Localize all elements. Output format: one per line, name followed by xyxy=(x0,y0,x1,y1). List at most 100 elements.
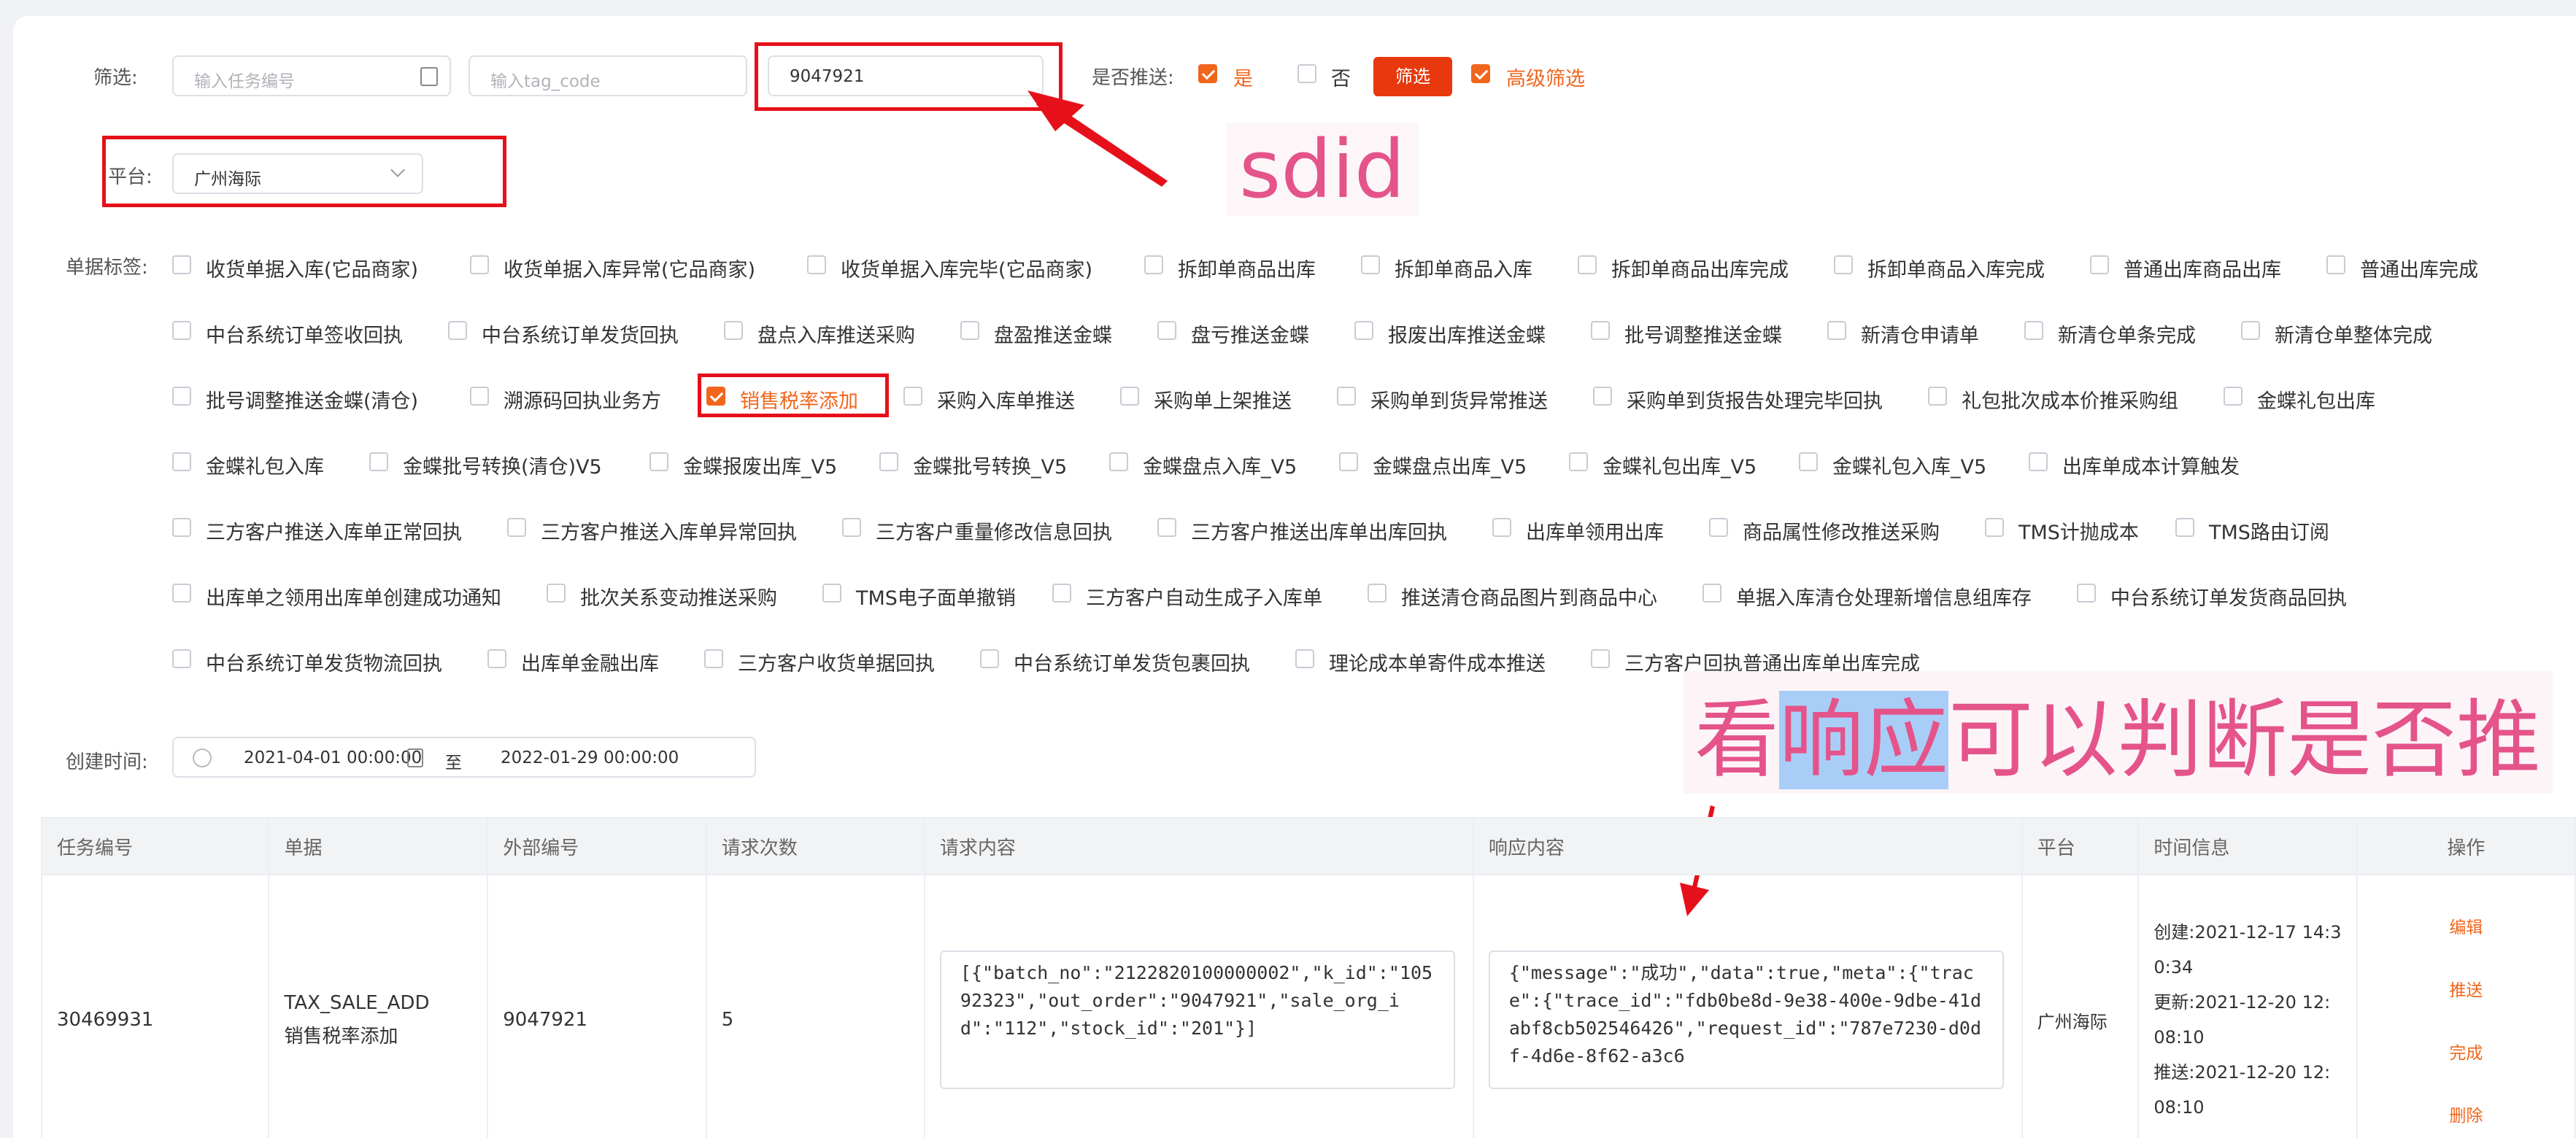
tag-checkbox[interactable] xyxy=(487,649,506,668)
tag-checkbox[interactable] xyxy=(2024,321,2043,340)
tag-checkbox[interactable] xyxy=(879,452,898,471)
tag-label[interactable]: 普通出库完成 xyxy=(2360,254,2478,282)
tag-checkbox[interactable] xyxy=(1709,518,1728,537)
tag-checkbox[interactable] xyxy=(724,321,743,340)
tag-label[interactable]: 出库单之领用出库单创建成功通知 xyxy=(206,582,501,611)
tag-checkbox[interactable] xyxy=(1928,387,1947,406)
tag-checkbox[interactable] xyxy=(547,584,566,603)
tag-label[interactable]: 批次关系变动推送采购 xyxy=(580,582,777,611)
tag-label[interactable]: 中台系统订单发货包裹回执 xyxy=(1014,648,1250,676)
tag-label[interactable]: 中台系统订单发货商品回执 xyxy=(2110,582,2347,611)
tag-checkbox[interactable] xyxy=(649,452,668,471)
response-textarea[interactable]: {"message":"成功","data":true,"meta":{"tra… xyxy=(1488,951,2004,1089)
tag-label[interactable]: TMS路由订阅 xyxy=(2209,516,2329,545)
tag-label[interactable]: 金蝶礼包入库 xyxy=(206,451,324,479)
tag-label[interactable]: 中台系统订单发货回执 xyxy=(482,320,679,348)
tag-label[interactable]: 三方客户推送入库单异常回执 xyxy=(541,516,797,545)
task-id-input[interactable]: 输入任务编号 xyxy=(172,55,451,96)
tag-label[interactable]: 新清仓单整体完成 xyxy=(2275,320,2432,348)
tag-checkbox[interactable] xyxy=(2326,255,2345,274)
tag-checkbox[interactable] xyxy=(172,584,191,603)
tag-label[interactable]: 采购单到货异常推送 xyxy=(1370,385,1548,414)
tag-checkbox[interactable] xyxy=(1052,584,1071,603)
tag-checkbox[interactable] xyxy=(470,255,489,274)
tag-checkbox[interactable] xyxy=(172,321,191,340)
tag-checkbox[interactable] xyxy=(807,255,826,274)
tag-label[interactable]: 理论成本单寄件成本推送 xyxy=(1329,648,1546,676)
tag-checkbox[interactable] xyxy=(172,387,191,406)
tag-label[interactable]: 金蝶盘点入库_V5 xyxy=(1143,451,1297,479)
tag-label[interactable]: 三方客户推送出库单出库回执 xyxy=(1191,516,1447,545)
tag-label[interactable]: 收货单据入库完毕(它品商家) xyxy=(841,254,1092,282)
tag-checkbox[interactable] xyxy=(1368,584,1387,603)
delete-link[interactable]: 删除 xyxy=(2358,1102,2575,1126)
tag-checkbox[interactable] xyxy=(1827,321,1846,340)
tag-checkbox[interactable] xyxy=(1578,255,1597,274)
tag-label[interactable]: 溯源码回执业务方 xyxy=(504,385,661,414)
tag-label[interactable]: 三方客户自动生成子入库单 xyxy=(1086,582,1322,611)
tag-checkbox[interactable] xyxy=(1144,255,1163,274)
tag-label[interactable]: 拆卸单商品入库完成 xyxy=(1867,254,2045,282)
tag-label[interactable]: 收货单据入库(它品商家) xyxy=(206,254,418,282)
end-date[interactable]: 2022-01-29 00:00:00 xyxy=(501,748,679,767)
tag-label[interactable]: 三方客户收货单据回执 xyxy=(738,648,935,676)
tag-checkbox[interactable] xyxy=(1361,255,1380,274)
tag-checkbox[interactable] xyxy=(369,452,388,471)
tag-checkbox[interactable] xyxy=(1799,452,1818,471)
tag-label[interactable]: 拆卸单商品出库 xyxy=(1178,254,1316,282)
tag-checkbox[interactable] xyxy=(1593,387,1612,406)
tag-checkbox[interactable] xyxy=(1157,518,1176,537)
tag-checkbox[interactable] xyxy=(1295,649,1314,668)
tag-label[interactable]: 采购单到货报告处理完毕回执 xyxy=(1627,385,1883,414)
push-yes-checkbox[interactable] xyxy=(1198,64,1217,83)
tag-checkbox[interactable] xyxy=(2224,387,2243,406)
complete-link[interactable]: 完成 xyxy=(2358,1039,2575,1064)
tag-checkbox[interactable] xyxy=(2077,584,2096,603)
tag-label[interactable]: 盘盈推送金蝶 xyxy=(994,320,1112,348)
tag-checkbox[interactable] xyxy=(172,649,191,668)
tag-checkbox[interactable] xyxy=(1591,321,1610,340)
tag-label[interactable]: 出库单金融出库 xyxy=(521,648,659,676)
tag-checkbox[interactable] xyxy=(470,387,489,406)
advanced-filter-checkbox[interactable] xyxy=(1471,64,1490,83)
tag-label[interactable]: 盘点入库推送采购 xyxy=(757,320,915,348)
tag-label[interactable]: 拆卸单商品出库完成 xyxy=(1611,254,1789,282)
tag-checkbox[interactable] xyxy=(1109,452,1128,471)
tag-checkbox[interactable] xyxy=(1120,387,1139,406)
tag-checkbox[interactable] xyxy=(842,518,861,537)
tag-checkbox[interactable] xyxy=(172,518,191,537)
tag-checkbox[interactable] xyxy=(2029,452,2048,471)
tag-label[interactable]: 采购入库单推送 xyxy=(937,385,1075,414)
tag-label[interactable]: 金蝶礼包出库_V5 xyxy=(1603,451,1756,479)
start-date[interactable]: 2021-04-01 00:00:00 xyxy=(244,748,422,767)
tag-label[interactable]: 礼包批次成本价推采购组 xyxy=(1962,385,2178,414)
tag-checkbox[interactable] xyxy=(2241,321,2260,340)
tag-label[interactable]: 金蝶礼包入库_V5 xyxy=(1832,451,1986,479)
tag-checkbox[interactable] xyxy=(1569,452,1588,471)
tag-checkbox[interactable] xyxy=(822,584,841,603)
tag-label[interactable]: TMS计抛成本 xyxy=(2018,516,2139,545)
tag-label[interactable]: 推送清仓商品图片到商品中心 xyxy=(1401,582,1657,611)
tag-label[interactable]: 金蝶礼包出库 xyxy=(2257,385,2375,414)
tag-label[interactable]: 出库单成本计算触发 xyxy=(2062,451,2240,479)
tag-checkbox[interactable] xyxy=(980,649,999,668)
push-link[interactable]: 推送 xyxy=(2358,976,2575,1001)
tag-label[interactable]: 金蝶批号转换_V5 xyxy=(913,451,1067,479)
tag-label[interactable]: 报废出库推送金蝶 xyxy=(1388,320,1546,348)
tag-label[interactable]: 批号调整推送金蝶 xyxy=(1624,320,1782,348)
tag-label[interactable]: 采购单上架推送 xyxy=(1154,385,1292,414)
tag-checkbox[interactable] xyxy=(448,321,467,340)
tag-label[interactable]: 金蝶批号转换(清仓)V5 xyxy=(403,451,602,479)
tag-checkbox[interactable] xyxy=(1834,255,1853,274)
tag-label[interactable]: 商品属性修改推送采购 xyxy=(1743,516,1940,545)
tag-checkbox[interactable] xyxy=(1492,518,1511,537)
tag-code-input[interactable]: 输入tag_code xyxy=(468,55,747,96)
tag-checkbox[interactable] xyxy=(960,321,979,340)
tag-checkbox[interactable] xyxy=(1339,452,1358,471)
tag-label[interactable]: 出库单领用出库 xyxy=(1526,516,1664,545)
tag-label[interactable]: TMS电子面单撤销 xyxy=(856,582,1016,611)
tag-label[interactable]: 金蝶报废出库_V5 xyxy=(683,451,837,479)
request-textarea[interactable]: [{"batch_no":"2122820100000002","k_id":"… xyxy=(939,951,1455,1089)
tag-label[interactable]: 中台系统订单发货物流回执 xyxy=(206,648,442,676)
tag-label[interactable]: 新清仓申请单 xyxy=(1861,320,1979,348)
